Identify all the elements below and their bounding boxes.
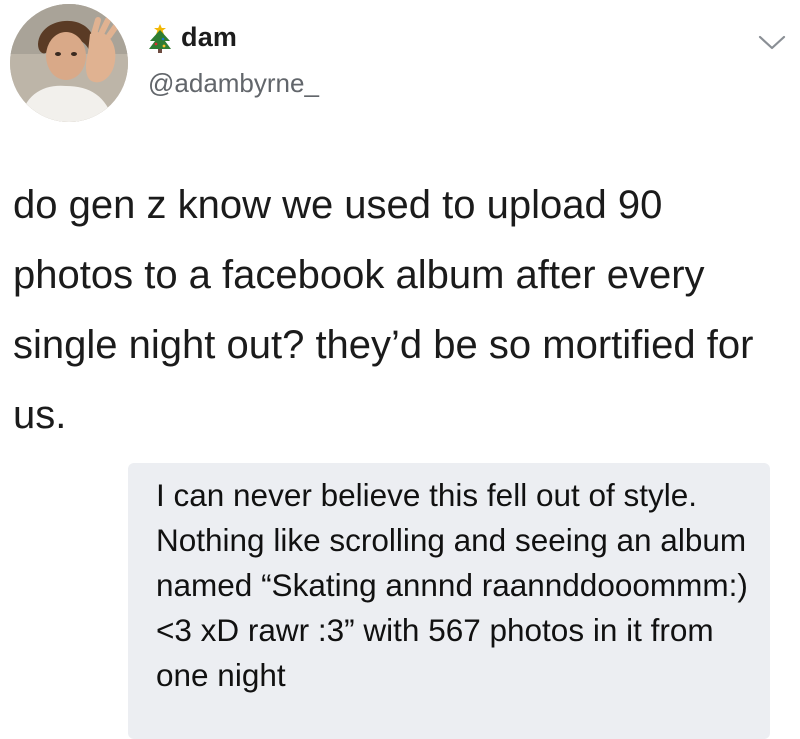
reply-message-bubble: I can never believe this fell out of sty…: [128, 463, 770, 739]
avatar[interactable]: [10, 4, 128, 122]
display-name[interactable]: dam: [181, 22, 237, 53]
user-handle[interactable]: @adambyrne_: [148, 68, 319, 99]
avatar-photo-icon: [10, 4, 128, 122]
tweet-card: dam @adambyrne_ do gen z know we used to…: [0, 0, 800, 460]
user-name-row[interactable]: dam: [147, 22, 237, 53]
christmas-tree-icon: [149, 23, 171, 53]
chevron-down-icon[interactable]: [757, 32, 787, 52]
tweet-text: do gen z know we used to upload 90 photo…: [13, 183, 754, 437]
reply-text: I can never believe this fell out of sty…: [156, 477, 748, 693]
